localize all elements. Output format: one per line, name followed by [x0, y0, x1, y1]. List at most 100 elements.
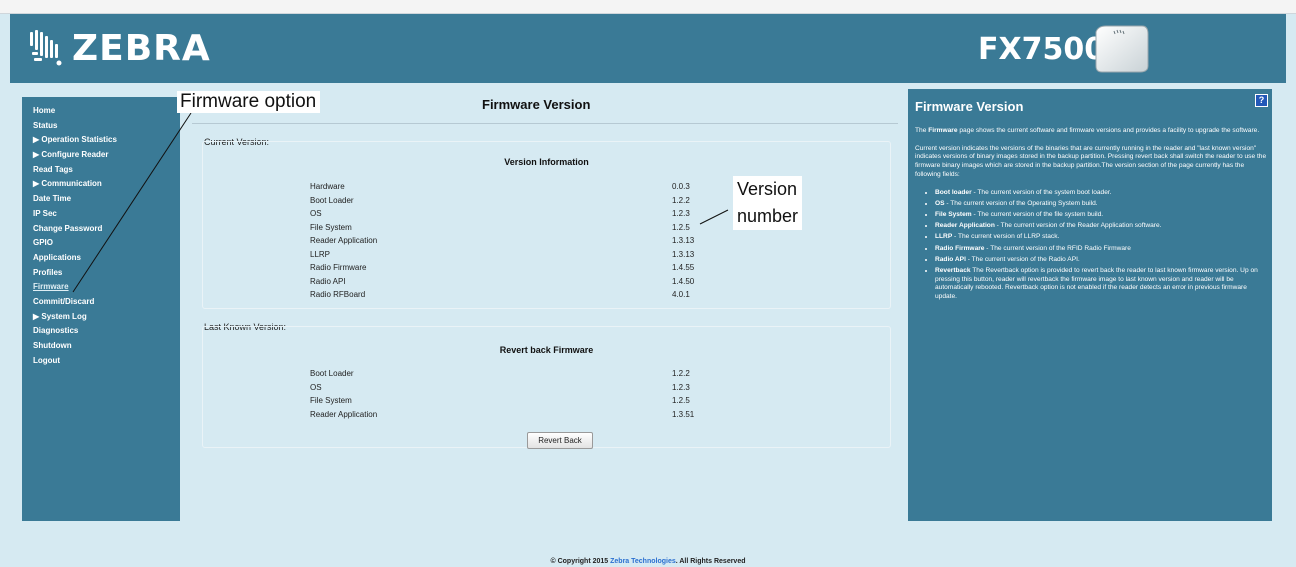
zebra-logo: ZEBRA	[26, 26, 211, 70]
version-row-value: 1.2.3	[672, 209, 690, 218]
help-desc: - The current version of LLRP stack.	[952, 233, 1060, 241]
help-list-item: OS - The current version of the Operatin…	[935, 200, 1267, 209]
reader-device-image	[1095, 25, 1149, 73]
help-list-item: Boot loader - The current version of the…	[935, 189, 1267, 198]
help-intro: The Firmware page shows the current soft…	[915, 127, 1267, 136]
version-row-value: 1.2.2	[672, 195, 690, 205]
version-row: Radio API 1.4.50	[310, 277, 760, 291]
version-row-name: Radio API	[310, 276, 346, 286]
sidebar-item-date-time[interactable]: Date Time	[22, 192, 180, 207]
firmware-option-callout: Firmware option	[177, 91, 321, 113]
sidebar-item-gpio[interactable]: GPIO	[22, 236, 180, 251]
sidebar-item-status[interactable]: Status	[22, 119, 180, 134]
help-desc: - The current version of the Reader Appl…	[994, 222, 1162, 230]
sidebar-item-system-log[interactable]: ▶ System Log	[22, 310, 180, 325]
help-term: OS	[935, 199, 945, 207]
version-row-value: 1.3.13	[672, 236, 695, 245]
version-row-value: 1.3.13	[672, 249, 695, 259]
help-term: LLRP	[935, 233, 953, 241]
help-desc: - The current version of the Operating S…	[944, 199, 1098, 207]
window-strip	[0, 0, 1296, 14]
header: ZEBRA FX7500	[10, 14, 1286, 83]
revert-row-value: 1.2.3	[672, 382, 690, 392]
help-list-item: Revertback The Revertback option is prov…	[935, 267, 1267, 302]
revert-row: File System 1.2.5	[310, 396, 760, 410]
sidebar-item-applications[interactable]: Applications	[22, 251, 180, 266]
version-row-value: 0.0.3	[672, 182, 690, 191]
help-desc: - The current version of the system boot…	[971, 188, 1112, 196]
help-icon[interactable]: ?	[1255, 94, 1268, 107]
help-desc: - The current version of the RFID Radio …	[984, 244, 1131, 252]
help-list-item: File System - The current version of the…	[935, 211, 1267, 220]
help-list-item: Radio API - The current version of the R…	[935, 256, 1267, 265]
version-row-name: Radio Firmware	[310, 263, 367, 272]
zebra-technologies-link[interactable]: Zebra Technologies	[610, 558, 676, 565]
version-callout-line1: Version	[737, 179, 798, 199]
help-term: Boot loader	[935, 188, 972, 196]
version-row-name: OS	[310, 209, 322, 218]
sidebar-item-operation-statistics[interactable]: ▶ Operation Statistics	[22, 133, 180, 148]
help-term: Radio API	[935, 255, 966, 263]
revert-row-name: File System	[310, 396, 352, 405]
revert-back-button[interactable]: Revert Back	[527, 432, 593, 449]
revert-row-value: 1.3.51	[672, 409, 695, 419]
help-body: The Firmware page shows the current soft…	[915, 127, 1267, 304]
version-row-name: LLRP	[310, 249, 331, 259]
help-term: Radio Firmware	[935, 244, 985, 252]
sidebar-item-logout[interactable]: Logout	[22, 354, 180, 369]
revert-back-firmware-heading: Revert back Firmware	[499, 345, 594, 355]
revert-row-name: Boot Loader	[310, 369, 354, 378]
sidebar-item-firmware[interactable]: Firmware	[22, 280, 180, 295]
version-row: Hardware 0.0.3	[310, 182, 760, 196]
help-intro-rest: page shows the current software and firm…	[957, 127, 1260, 134]
version-row-value: 1.4.50	[672, 276, 695, 286]
version-number-callout: Version number	[733, 176, 803, 230]
sidebar-item-commit-discard[interactable]: Commit/Discard	[22, 295, 180, 310]
sidebar-item-configure-reader[interactable]: ▶ Configure Reader	[22, 148, 180, 163]
copyright-prefix: © Copyright 2015	[550, 558, 611, 565]
version-row: Radio Firmware 1.4.55	[310, 263, 760, 277]
help-desc: The Revertback option is provided to rev…	[935, 266, 1258, 301]
sidebar-item-profiles[interactable]: Profiles	[22, 266, 180, 281]
version-row-name: Boot Loader	[310, 195, 354, 205]
help-desc: - The current version of the Radio API.	[965, 255, 1080, 263]
sidebar-item-change-password[interactable]: Change Password	[22, 222, 180, 237]
brand-name: ZEBRA	[72, 27, 211, 69]
version-row: OS 1.2.3	[310, 209, 760, 223]
last-known-version-panel: Revert back Firmware Boot Loader 1.2.2 OS…	[202, 326, 891, 449]
revert-row-value: 1.2.2	[672, 369, 690, 378]
sidebar-item-home[interactable]: Home	[22, 104, 180, 119]
revert-row: Reader Application 1.3.51	[310, 410, 760, 424]
help-field-list: Boot loader - The current version of the…	[935, 189, 1267, 302]
revert-row-value: 1.2.5	[672, 396, 690, 405]
sidebar-nav: Home Status ▶ Operation Statistics ▶ Con…	[22, 97, 180, 521]
main-content: Firmware Version Current Version: Versio…	[192, 97, 898, 527]
version-callout-line2: number	[737, 206, 799, 226]
version-row: Reader Application 1.3.13	[310, 236, 760, 250]
version-row-name: Hardware	[310, 182, 345, 191]
sidebar-item-shutdown[interactable]: Shutdown	[22, 339, 180, 354]
sidebar-item-read-tags[interactable]: Read Tags	[22, 163, 180, 178]
version-information-heading: Version Information	[504, 157, 589, 167]
help-term: Reader Application	[935, 222, 995, 230]
sidebar-item-communication[interactable]: ▶ Communication	[22, 177, 180, 192]
help-title: Firmware Version	[915, 99, 1024, 114]
help-desc: - The current version of the file system…	[971, 210, 1104, 218]
help-term: File System	[935, 210, 972, 218]
version-row: LLRP 1.3.13	[310, 250, 760, 264]
help-list-item: LLRP - The current version of LLRP stack…	[935, 233, 1267, 242]
version-row-name: Radio RFBoard	[310, 290, 366, 299]
sidebar-item-diagnostics[interactable]: Diagnostics	[22, 324, 180, 339]
version-row-value: 1.4.55	[672, 263, 695, 272]
version-row-value: 4.0.1	[672, 290, 690, 299]
help-term: Revertback	[935, 266, 971, 274]
footer: © Copyright 2015 Zebra Technologies. All…	[0, 558, 1296, 565]
version-row-name: Reader Application	[310, 236, 378, 245]
sidebar-item-ip-sec[interactable]: IP Sec	[22, 207, 180, 222]
version-row-value: 1.2.5	[672, 222, 690, 232]
help-list-item: Reader Application - The current version…	[935, 222, 1267, 231]
revert-row-name: OS	[310, 382, 322, 392]
page-title: Firmware Version	[482, 97, 591, 112]
help-intro-bold: Firmware	[928, 127, 958, 134]
help-description: Current version indicates the versions o…	[915, 144, 1267, 178]
